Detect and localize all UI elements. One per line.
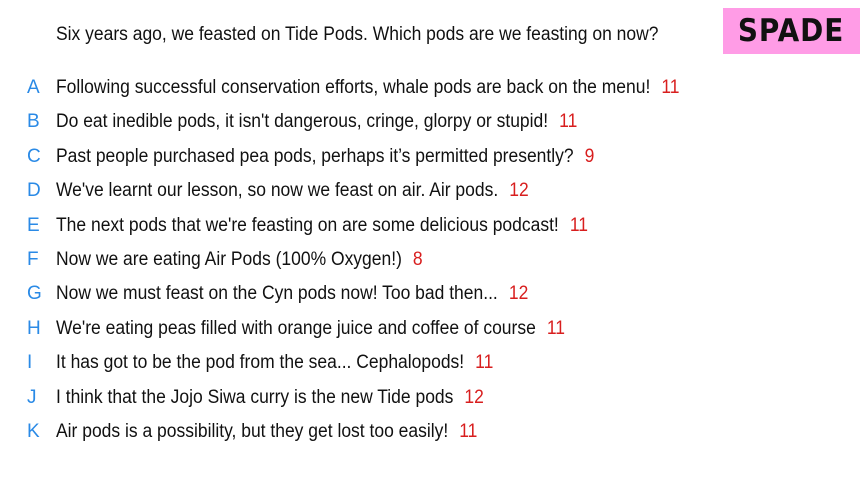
answer-text: Past people purchased pea pods, perhaps … — [56, 145, 574, 167]
answer-item-j: J I think that the Jojo Siwa curry is th… — [0, 383, 864, 417]
answer-item-d: D We've learnt our lesson, so now we fea… — [0, 176, 864, 210]
answer-letter: H — [27, 317, 41, 339]
answer-score: 12 — [508, 283, 529, 305]
answer-item-e: E The next pods that we're feasting on a… — [0, 211, 864, 245]
answer-score: 12 — [464, 386, 484, 408]
answer-score: 11 — [559, 111, 578, 133]
answer-text: Following successful conservation effort… — [56, 77, 651, 98]
answer-text: The next pods that we're feasting on are… — [56, 214, 559, 236]
answer-score: 12 — [509, 180, 529, 202]
answer-letter: D — [27, 180, 41, 202]
answer-body: I think that the Jojo Siwa curry is the … — [56, 383, 484, 413]
answer-letter: K — [27, 420, 40, 442]
answer-score: 11 — [569, 214, 588, 236]
answer-score: 11 — [475, 352, 494, 374]
answer-letter: G — [27, 283, 42, 305]
answer-letter: A — [27, 77, 40, 98]
answer-score: 8 — [412, 248, 423, 270]
answer-text: We're eating peas filled with orange jui… — [56, 317, 536, 339]
answer-item-f: F Now we are eating Air Pods (100% Oxyge… — [0, 245, 864, 279]
answer-body: Now we are eating Air Pods (100% Oxygen!… — [56, 245, 423, 275]
answer-text: Air pods is a possibility, but they get … — [56, 420, 449, 442]
answer-body: Following successful conservation effort… — [56, 73, 680, 103]
answer-body: Past people purchased pea pods, perhaps … — [56, 142, 594, 172]
answer-body: We're eating peas filled with orange jui… — [56, 314, 565, 344]
answer-item-h: H We're eating peas filled with orange j… — [0, 314, 864, 348]
answer-item-g: G Now we must feast on the Cyn pods now!… — [0, 279, 864, 313]
answer-body: Do eat inedible pods, it isn't dangerous… — [56, 107, 577, 137]
answer-item-k: K Air pods is a possibility, but they ge… — [0, 417, 864, 451]
answer-letter: B — [27, 111, 40, 133]
answer-item-c: C Past people purchased pea pods, perhap… — [0, 142, 864, 176]
answer-body: Now we must feast on the Cyn pods now! T… — [56, 279, 528, 309]
answer-letter: C — [27, 145, 41, 167]
answer-list: A Following successful conservation effo… — [0, 73, 864, 451]
answer-item-a: A Following successful conservation effo… — [0, 73, 864, 107]
answer-text: We've learnt our lesson, so now we feast… — [56, 180, 499, 202]
answer-text: Now we must feast on the Cyn pods now! T… — [56, 283, 498, 305]
answer-score: 11 — [459, 420, 478, 442]
answer-letter: I — [27, 352, 33, 374]
answer-letter: J — [27, 386, 37, 408]
answer-text: Now we are eating Air Pods (100% Oxygen!… — [56, 248, 402, 270]
answer-score: 11 — [546, 317, 566, 339]
answer-text: I think that the Jojo Siwa curry is the … — [56, 386, 454, 408]
answer-letter: E — [27, 214, 40, 236]
answer-body: It has got to be the pod from the sea...… — [56, 348, 493, 378]
answer-letter: F — [27, 248, 39, 270]
team-badge: SPADE — [723, 8, 860, 54]
answer-text: Do eat inedible pods, it isn't dangerous… — [56, 111, 549, 133]
answer-item-b: B Do eat inedible pods, it isn't dangero… — [0, 107, 864, 141]
answer-score: 9 — [584, 145, 595, 167]
answer-body: The next pods that we're feasting on are… — [56, 211, 588, 241]
answer-body: Air pods is a possibility, but they get … — [56, 417, 477, 447]
team-badge-label: SPADE — [738, 13, 845, 49]
answer-score: 11 — [661, 77, 680, 98]
question-text: Six years ago, we feasted on Tide Pods. … — [56, 24, 659, 45]
answer-body: We've learnt our lesson, so now we feast… — [56, 176, 529, 206]
answer-text: It has got to be the pod from the sea...… — [56, 352, 465, 374]
answer-item-i: I It has got to be the pod from the sea.… — [0, 348, 864, 382]
